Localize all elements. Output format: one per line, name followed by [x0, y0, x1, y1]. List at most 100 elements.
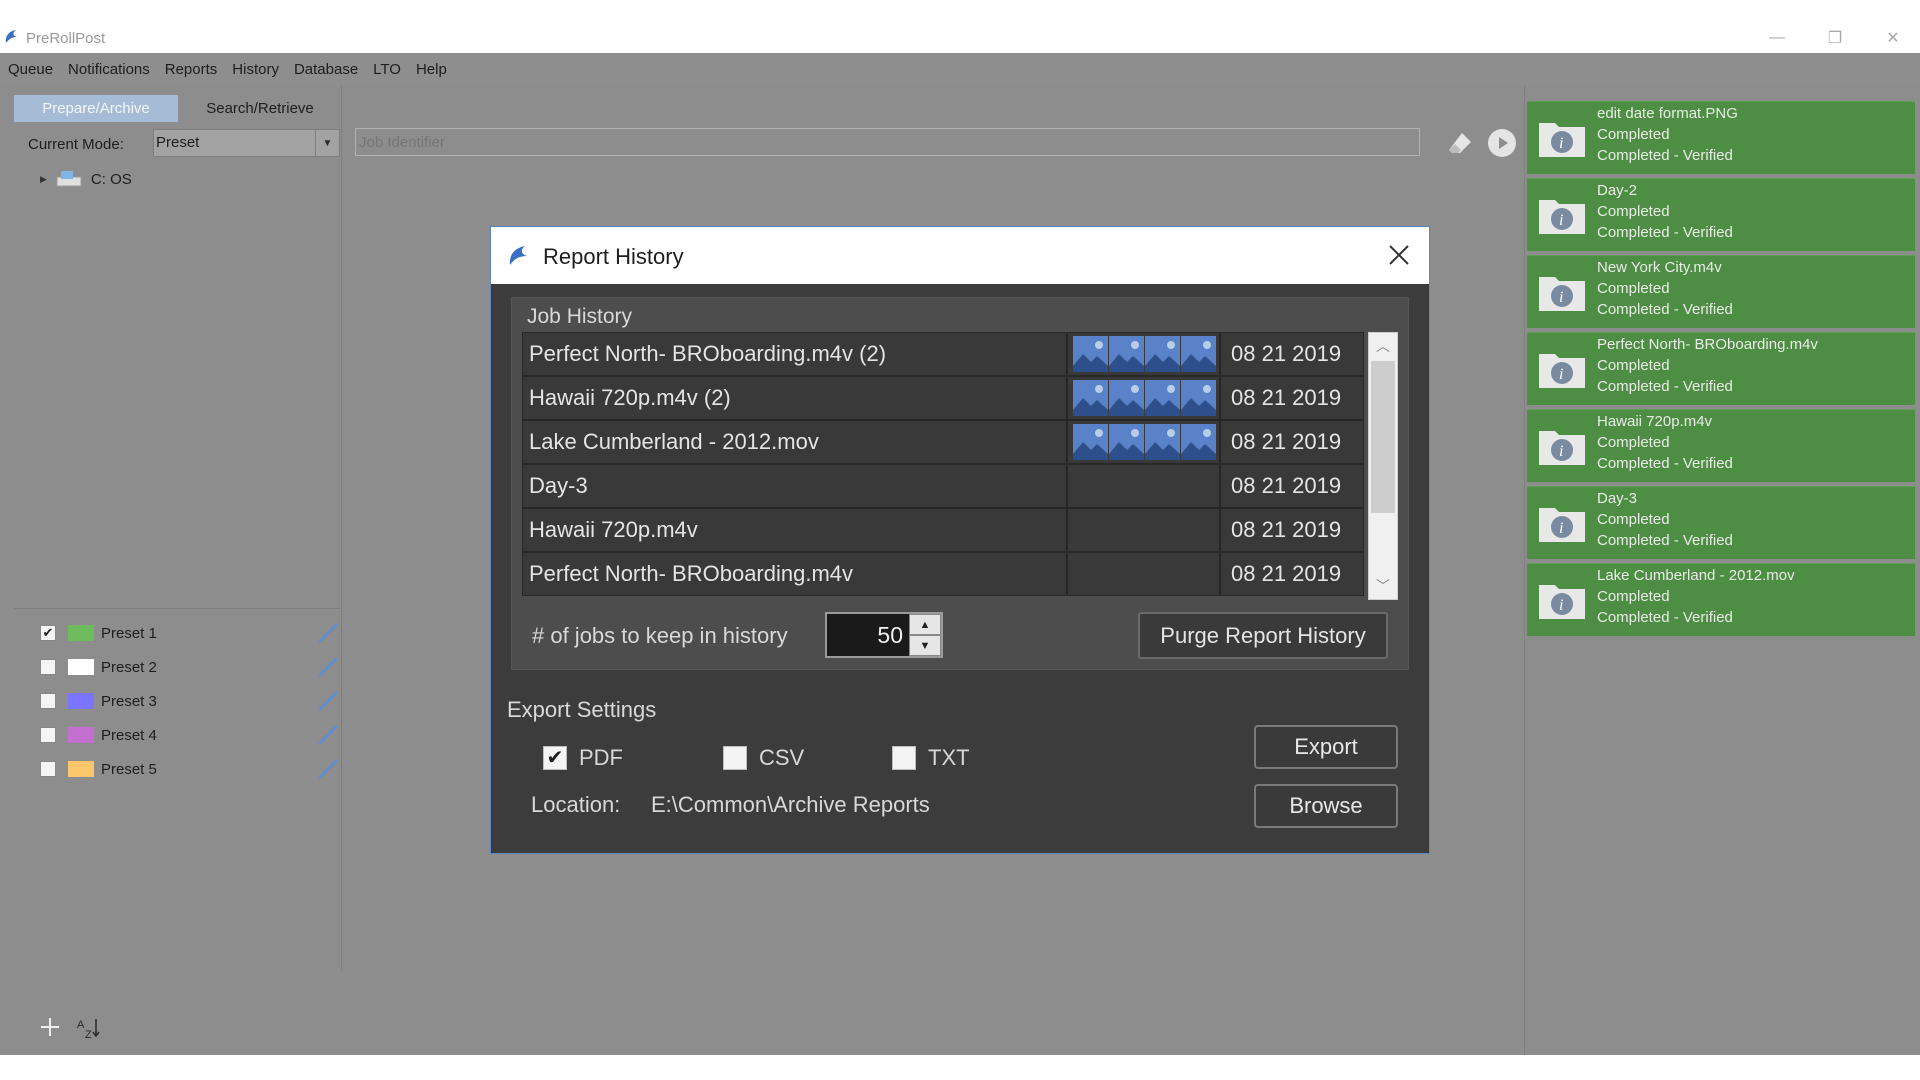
folder-info-icon: i [1539, 277, 1585, 311]
keep-history-stepper[interactable]: 50 ▲ ▼ [825, 612, 943, 658]
close-window-button[interactable]: ✕ [1870, 24, 1916, 52]
job-history-scrollbar[interactable]: ︿ ﹀ [1368, 332, 1398, 600]
bottom-strip [0, 1055, 1920, 1080]
preset-name: Preset 1 [101, 624, 157, 642]
scroll-up-icon[interactable]: ︿ [1369, 333, 1397, 359]
menu-help[interactable]: Help [416, 61, 447, 78]
svg-text:i: i [1559, 443, 1563, 460]
job-identifier-input[interactable] [355, 128, 1420, 156]
menu-history[interactable]: History [232, 61, 279, 78]
folder-info-icon: i [1539, 585, 1585, 619]
job-name: Day-3 [1597, 490, 1638, 507]
edit-pencil-icon[interactable] [316, 757, 340, 781]
job-status: Completed [1597, 280, 1670, 297]
edit-pencil-icon[interactable] [316, 689, 340, 713]
preset-checkbox[interactable] [40, 693, 56, 709]
csv-checkbox[interactable]: CSV [723, 745, 804, 771]
preset-row-2[interactable]: Preset 2 [40, 655, 340, 679]
table-row[interactable]: Day-3 08 21 2019 [522, 464, 1364, 508]
queue-job-card[interactable]: i Day-2 Completed Completed - Verified [1527, 178, 1915, 251]
decrement-icon[interactable]: ▼ [909, 635, 941, 656]
preset-checkbox[interactable] [40, 727, 56, 743]
job-name-cell: Lake Cumberland - 2012.mov [523, 421, 1068, 463]
keep-history-label: # of jobs to keep in history [532, 623, 788, 648]
job-name: Lake Cumberland - 2012.mov [1597, 567, 1795, 584]
menu-bar: Queue Notifications Reports History Data… [0, 53, 1920, 85]
job-detail: Completed - Verified [1597, 532, 1733, 549]
tree-item-drive[interactable]: ▶ C: OS [40, 169, 132, 189]
play-icon[interactable] [1488, 129, 1516, 157]
queue-job-card[interactable]: i New York City.m4v Completed Completed … [1527, 255, 1915, 328]
browse-button[interactable]: Browse [1254, 784, 1398, 828]
svg-text:Z: Z [85, 1029, 92, 1041]
sort-az-icon[interactable]: A Z [76, 1015, 102, 1041]
preset-name: Preset 4 [101, 726, 157, 744]
export-settings-title: Export Settings [507, 697, 657, 722]
checkbox-unchecked[interactable] [892, 746, 916, 770]
preset-row-5[interactable]: Preset 5 [40, 757, 340, 781]
job-history-table: Perfect North- BROboarding.m4v (2) 08 21… [522, 332, 1364, 600]
keep-history-value[interactable]: 50 [877, 622, 903, 649]
close-icon[interactable] [1385, 241, 1413, 269]
menu-lto[interactable]: LTO [373, 61, 401, 78]
edit-pencil-icon[interactable] [316, 723, 340, 747]
queue-job-card[interactable]: i edit date format.PNG Completed Complet… [1527, 101, 1915, 174]
preset-color-swatch [68, 693, 94, 709]
job-date-cell: 08 21 2019 [1231, 385, 1342, 410]
restore-button[interactable]: ❐ [1812, 24, 1858, 52]
image-thumbnail-icon [1145, 424, 1180, 460]
pdf-checkbox[interactable]: ✔ PDF [543, 745, 623, 771]
queue-job-card[interactable]: i Day-3 Completed Completed - Verified [1527, 486, 1915, 559]
preset-row-3[interactable]: Preset 3 [40, 689, 340, 713]
preset-checkbox[interactable]: ✔ [40, 625, 56, 641]
queue-job-card[interactable]: i Lake Cumberland - 2012.mov Completed C… [1527, 563, 1915, 636]
image-thumbnail-icon [1145, 336, 1180, 372]
job-name: Hawaii 720p.m4v [1597, 413, 1713, 430]
location-label: Location: [531, 792, 621, 817]
preset-checkbox[interactable] [40, 761, 56, 777]
job-name-cell: Hawaii 720p.m4v [523, 509, 1068, 551]
increment-icon[interactable]: ▲ [909, 614, 941, 635]
menu-reports[interactable]: Reports [165, 61, 218, 78]
edit-pencil-icon[interactable] [316, 621, 340, 645]
table-row[interactable]: Lake Cumberland - 2012.mov 08 21 2019 [522, 420, 1364, 464]
preset-checkbox[interactable] [40, 659, 56, 675]
preset-color-swatch [68, 727, 94, 743]
queue-job-card[interactable]: i Hawaii 720p.m4v Completed Completed - … [1527, 409, 1915, 482]
scrollbar-thumb[interactable] [1371, 361, 1395, 513]
scroll-down-icon[interactable]: ﹀ [1369, 573, 1397, 599]
menu-queue[interactable]: Queue [8, 61, 53, 78]
checkbox-unchecked[interactable] [723, 746, 747, 770]
table-row[interactable]: Hawaii 720p.m4v 08 21 2019 [522, 508, 1364, 552]
job-name: Day-2 [1597, 182, 1638, 199]
svg-text:i: i [1559, 212, 1563, 229]
svg-text:i: i [1559, 520, 1563, 537]
folder-info-icon: i [1539, 508, 1585, 542]
table-row[interactable]: Perfect North- BROboarding.m4v 08 21 201… [522, 552, 1364, 596]
table-row[interactable]: Perfect North- BROboarding.m4v (2) 08 21… [522, 332, 1364, 376]
eraser-icon[interactable] [1446, 130, 1474, 156]
csv-label: CSV [759, 745, 805, 770]
queue-job-card[interactable]: i Perfect North- BROboarding.m4v Complet… [1527, 332, 1915, 405]
txt-label: TXT [928, 745, 970, 770]
menu-database[interactable]: Database [294, 61, 358, 78]
minimize-button[interactable]: — [1754, 24, 1800, 52]
expand-arrow-icon[interactable]: ▶ [40, 174, 47, 185]
job-status: Completed [1597, 434, 1670, 451]
drive-label: C: OS [90, 170, 132, 188]
add-icon[interactable] [38, 1015, 62, 1039]
purge-report-history-button[interactable]: Purge Report History [1138, 612, 1388, 659]
export-button[interactable]: Export [1254, 725, 1398, 769]
job-history-title: Job History [527, 305, 633, 328]
job-name: Perfect North- BROboarding.m4v [1597, 336, 1818, 353]
image-thumbnail-icon [1181, 336, 1216, 372]
menu-notifications[interactable]: Notifications [68, 61, 150, 78]
txt-checkbox[interactable]: TXT [892, 745, 970, 771]
edit-pencil-icon[interactable] [316, 655, 340, 679]
checkbox-checked[interactable]: ✔ [543, 746, 567, 770]
job-name-cell: Perfect North- BROboarding.m4v (2) [523, 333, 1068, 375]
preset-row-4[interactable]: Preset 4 [40, 723, 340, 747]
image-thumbnail-icon [1073, 336, 1108, 372]
preset-row-1[interactable]: ✔ Preset 1 [40, 621, 340, 645]
table-row[interactable]: Hawaii 720p.m4v (2) 08 21 2019 [522, 376, 1364, 420]
